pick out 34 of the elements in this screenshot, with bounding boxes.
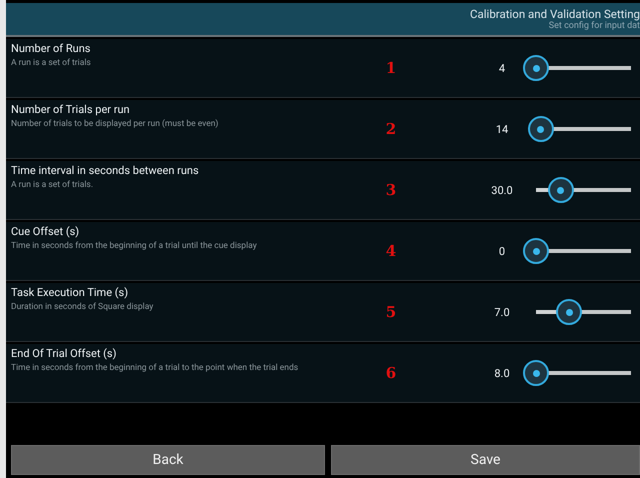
annotation-number: 3 [384, 181, 398, 199]
setting-title: Cue Offset (s) [11, 225, 80, 238]
setting-value: 0 [498, 244, 506, 258]
setting-value: 8.0 [493, 366, 511, 380]
back-button[interactable]: Back [11, 445, 325, 475]
setting-value: 30.0 [490, 184, 514, 196]
page-subtitle: Set config for input dat [548, 21, 640, 31]
setting-title: Number of Runs [11, 42, 92, 55]
setting-title: Number of Trials per run [11, 103, 131, 116]
slider-thumb[interactable] [523, 55, 549, 81]
slider-thumb[interactable] [523, 360, 549, 386]
setting-description: Duration in seconds of Square display [11, 302, 154, 312]
setting-value: 7.0 [493, 306, 511, 318]
annotation-number: 4 [384, 242, 398, 260]
annotation-number: 1 [384, 59, 398, 77]
annotation-number: 5 [384, 303, 398, 321]
setting-value: 4 [498, 62, 506, 74]
setting-description: Number of trials to be displayed per run (must be even) [11, 119, 220, 129]
setting-title: Time interval in seconds between runs [11, 164, 200, 177]
setting-description: Time in seconds from the beginning of a trial to the point when the trial ends [11, 363, 300, 373]
slider-thumb[interactable] [528, 116, 554, 142]
save-button[interactable]: Save [331, 445, 640, 475]
annotation-number: 2 [384, 120, 398, 138]
annotation-number: 6 [384, 364, 398, 382]
setting-value: 14 [494, 122, 510, 136]
slider-thumb[interactable] [548, 177, 574, 203]
setting-description: Time in seconds from the beginning of a trial until the cue display [11, 241, 258, 251]
setting-description: A run is a set of trials [11, 58, 92, 68]
page-title: Calibration and Validation Setting [470, 7, 640, 21]
slider-thumb[interactable] [556, 299, 582, 325]
setting-title: Task Execution Time (s) [11, 286, 130, 299]
setting-title: End Of Trial Offset (s) [11, 347, 118, 360]
slider-thumb[interactable] [523, 238, 549, 264]
setting-description: A run is a set of trials. [11, 180, 94, 190]
